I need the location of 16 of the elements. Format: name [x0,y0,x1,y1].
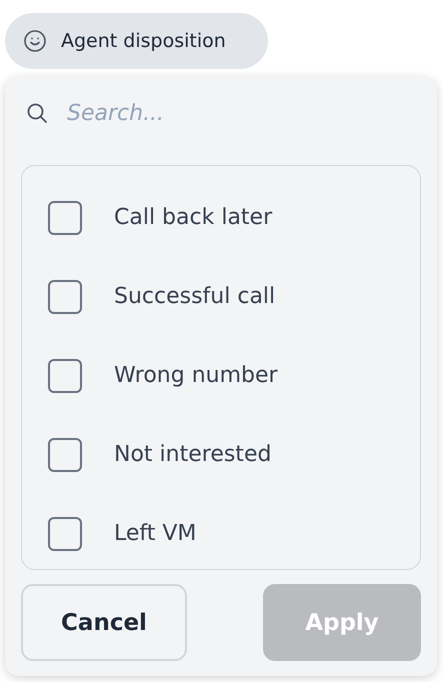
option-item[interactable]: Call back later [22,178,420,257]
option-item[interactable]: Not interested [22,415,420,494]
checkbox[interactable] [48,358,82,392]
option-item[interactable]: Wrong number [22,336,420,415]
option-item[interactable]: Left VM [22,494,420,573]
smiley-icon [23,29,47,53]
checkbox[interactable] [48,280,82,314]
option-item[interactable]: Successful call [22,257,420,336]
filter-chip[interactable]: Agent disposition [5,13,268,69]
chip-label: Agent disposition [61,30,226,52]
search-field[interactable]: Search... [65,100,369,126]
checkbox[interactable] [48,516,82,550]
cancel-button[interactable]: Cancel [21,584,187,661]
search-icon [25,101,49,125]
checkbox[interactable] [48,200,82,234]
checkbox[interactable] [48,438,82,472]
